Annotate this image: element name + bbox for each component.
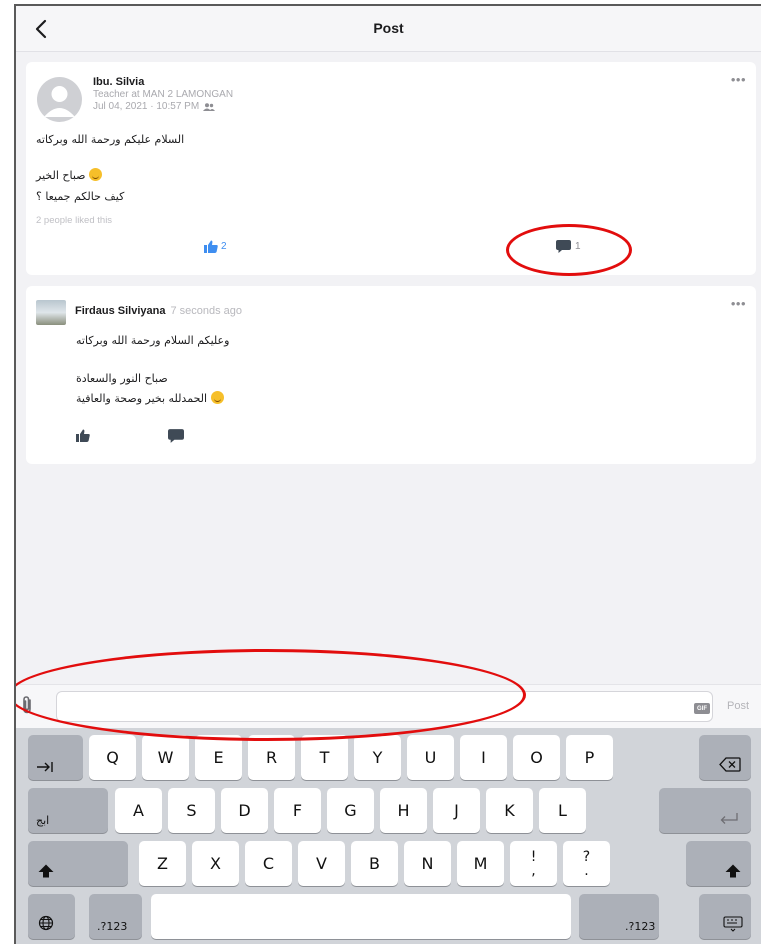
- key-v[interactable]: V: [298, 841, 345, 886]
- key-g[interactable]: G: [327, 788, 374, 833]
- comment-like-button[interactable]: [76, 429, 90, 447]
- post-meta: Jul 04, 2021 · 10:57 PM: [93, 101, 216, 112]
- post-button[interactable]: Post: [727, 700, 749, 712]
- app-frame: Post Ibu. Silvia Teacher at MAN 2 LAMONG…: [14, 4, 761, 944]
- key-o[interactable]: O: [513, 735, 560, 780]
- globe-key[interactable]: [28, 894, 75, 939]
- key-h[interactable]: H: [380, 788, 427, 833]
- key-e[interactable]: E: [195, 735, 242, 780]
- thumbs-up-icon: [204, 240, 218, 253]
- key-t[interactable]: T: [301, 735, 348, 780]
- backspace-icon: [719, 757, 741, 772]
- key-j[interactable]: J: [433, 788, 480, 833]
- post-author-name[interactable]: Ibu. Silvia: [93, 76, 144, 88]
- commenter-header: Firdaus Silviyana 7 seconds ago: [75, 305, 242, 317]
- return-key[interactable]: [659, 788, 751, 833]
- key-s[interactable]: S: [168, 788, 215, 833]
- key-l[interactable]: L: [539, 788, 586, 833]
- key-c[interactable]: C: [245, 841, 292, 886]
- comment-input[interactable]: [56, 691, 713, 722]
- shift-icon: [725, 864, 741, 878]
- comment-timestamp: 7 seconds ago: [170, 305, 243, 317]
- space-key[interactable]: [151, 894, 571, 939]
- key-i[interactable]: I: [460, 735, 507, 780]
- numbers-key-right[interactable]: .?123: [579, 894, 659, 939]
- return-icon: [720, 813, 738, 824]
- attach-button[interactable]: [20, 695, 34, 720]
- numbers-key-left[interactable]: .?123: [89, 894, 142, 939]
- language-key[interactable]: ابج: [28, 788, 108, 833]
- post-text-line: كيف حالكم جميعا ؟: [36, 190, 125, 203]
- key-exclaim-comma[interactable]: !,: [510, 841, 557, 886]
- key-question-period[interactable]: ?.: [563, 841, 610, 886]
- smile-emoji-icon: [89, 168, 103, 181]
- user-placeholder-icon: [44, 86, 75, 117]
- key-d[interactable]: D: [221, 788, 268, 833]
- keyboard-dismiss-icon: [723, 916, 743, 932]
- comment-text-line: الحمدلله بخير وصحة والعافية: [76, 391, 224, 405]
- commenter-name[interactable]: Firdaus Silviyana: [75, 305, 165, 317]
- key-r[interactable]: R: [248, 735, 295, 780]
- group-icon: [203, 102, 216, 111]
- comment-text-line: صباح النور والسعادة: [76, 372, 168, 385]
- key-n[interactable]: N: [404, 841, 451, 886]
- key-y[interactable]: Y: [354, 735, 401, 780]
- key-k[interactable]: K: [486, 788, 533, 833]
- keyboard: Q W E R T Y U I O P ابج A S D F G H J K …: [16, 728, 761, 944]
- paperclip-icon: [23, 696, 31, 714]
- tab-key[interactable]: [28, 735, 83, 780]
- post-author-role: Teacher at MAN 2 LAMONGAN: [93, 89, 234, 100]
- post-text-line: صباح الخير: [36, 168, 103, 182]
- post-more-button[interactable]: •••: [731, 72, 746, 87]
- key-x[interactable]: X: [192, 841, 239, 886]
- commenter-avatar[interactable]: [36, 300, 66, 325]
- comment-text-line: وعليكم السلام ورحمة الله وبركاته: [76, 334, 230, 347]
- backspace-key[interactable]: [699, 735, 751, 780]
- comment-input-bar: GIF Post: [16, 684, 761, 728]
- nav-header: Post: [16, 6, 761, 52]
- shift-key-right[interactable]: [686, 841, 751, 886]
- post-text-line: السلام عليكم ورحمة الله وبركاته: [36, 133, 185, 146]
- thumbs-up-icon: [76, 429, 90, 442]
- comment-bubble-icon: [168, 429, 184, 443]
- key-p[interactable]: P: [566, 735, 613, 780]
- comment-more-button[interactable]: •••: [731, 296, 746, 311]
- key-b[interactable]: B: [351, 841, 398, 886]
- smile-emoji-icon: [210, 391, 224, 404]
- key-m[interactable]: M: [457, 841, 504, 886]
- likes-summary[interactable]: 2 people liked this: [36, 215, 112, 226]
- key-u[interactable]: U: [407, 735, 454, 780]
- key-a[interactable]: A: [115, 788, 162, 833]
- key-f[interactable]: F: [274, 788, 321, 833]
- comment-bubble-icon: [556, 240, 571, 253]
- globe-icon: [38, 915, 54, 931]
- key-q[interactable]: Q: [89, 735, 136, 780]
- gif-button[interactable]: GIF: [694, 703, 710, 714]
- like-count: 2: [221, 241, 227, 252]
- post-like-button[interactable]: 2: [204, 240, 227, 253]
- key-z[interactable]: Z: [139, 841, 186, 886]
- key-w[interactable]: W: [142, 735, 189, 780]
- avatar[interactable]: [37, 77, 82, 122]
- comment-reply-button[interactable]: [168, 429, 184, 448]
- comment-card: Firdaus Silviyana 7 seconds ago ••• وعلي…: [26, 286, 756, 464]
- shift-icon: [38, 864, 54, 878]
- post-timestamp: Jul 04, 2021 · 10:57 PM: [93, 101, 200, 112]
- post-comment-button[interactable]: 1: [556, 240, 581, 253]
- comment-count: 1: [575, 241, 581, 252]
- shift-key-left[interactable]: [28, 841, 128, 886]
- post-card: Ibu. Silvia Teacher at MAN 2 LAMONGAN Ju…: [26, 62, 756, 275]
- tab-icon: [37, 762, 53, 772]
- keyboard-dismiss-key[interactable]: [699, 894, 751, 939]
- page-title: Post: [373, 20, 404, 36]
